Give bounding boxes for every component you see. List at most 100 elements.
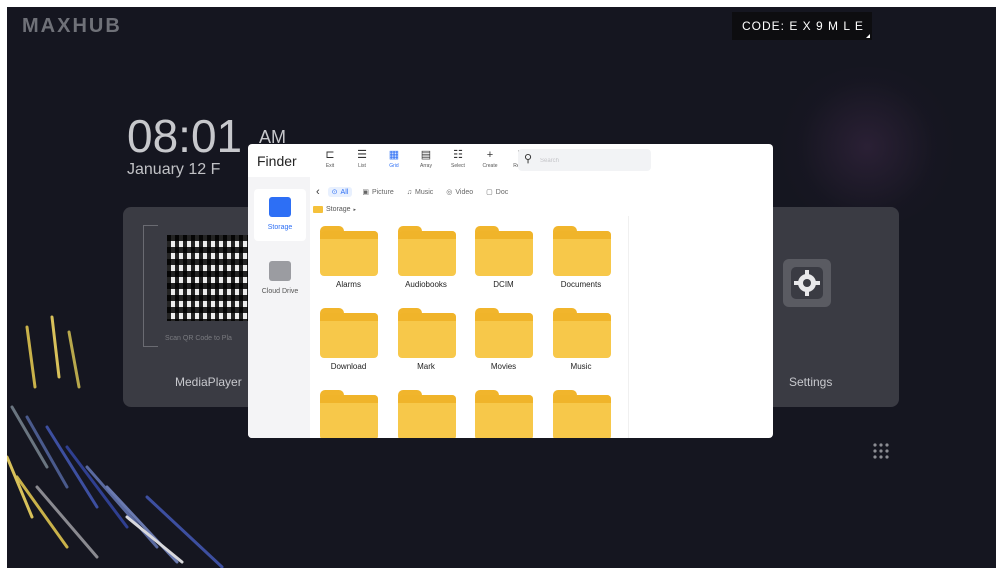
clock-date: January 12 F	[127, 161, 221, 178]
qr-frame	[143, 225, 158, 347]
folder-icon	[320, 308, 378, 358]
search-input[interactable]	[538, 153, 648, 169]
maxhub-logo: MAXHUB	[22, 15, 122, 37]
folder-item[interactable]: Audiobooks	[388, 216, 466, 290]
folder-name: Mark	[417, 362, 435, 371]
folder-item[interactable]	[465, 380, 543, 438]
filter-bar: ‹ ⊙ All ▣ Picture ♫ Music ◎ Video ▢ Doc	[316, 186, 521, 198]
folder-item[interactable]: Alarms	[310, 216, 388, 290]
filter-doc-icon: ▢	[486, 189, 493, 196]
folder-name: Documents	[560, 280, 602, 289]
storage-icon	[269, 197, 291, 217]
folder-item[interactable]	[310, 380, 388, 438]
folder-name: Audiobooks	[405, 280, 447, 289]
apps-grid-icon[interactable]	[869, 439, 893, 463]
settings-gear-icon[interactable]	[783, 259, 831, 307]
back-arrow-icon[interactable]: ‹	[316, 186, 320, 198]
expand-corner-icon	[866, 34, 870, 38]
filter-video[interactable]: ◎ Video	[446, 188, 474, 197]
folder-item[interactable]: Movies	[465, 298, 543, 372]
sidebar-item-label: Cloud Drive	[261, 288, 299, 295]
meeting-code-badge[interactable]: CODE: E X 9 M L E	[732, 12, 872, 40]
folder-grid: Alarms Audiobooks DCIM Documents Download Mar…	[310, 216, 628, 438]
folder-item[interactable]: Documents	[543, 216, 621, 290]
folder-name: Alarms	[336, 280, 361, 289]
folder-item[interactable]: DCIM	[465, 216, 543, 290]
toolbar-label: Array	[420, 163, 432, 169]
folder-icon	[552, 390, 611, 438]
folder-item[interactable]: Download	[310, 298, 388, 372]
folder-icon	[397, 390, 456, 438]
desktop-background: MAXHUB CODE: E X 9 M L E 08:01 AM Januar…	[7, 7, 996, 568]
toolbar-select-button[interactable]: ☷ Select	[443, 148, 473, 174]
toolbar-label: Exit	[325, 163, 335, 169]
folder-icon	[397, 226, 456, 276]
breadcrumb-arrow-icon: ▸	[353, 206, 357, 213]
filter-label: Picture	[371, 188, 394, 196]
filter-video-icon: ◎	[446, 189, 453, 196]
filter-picture[interactable]: ▣ Picture	[362, 188, 394, 197]
qr-code-image	[167, 235, 253, 321]
filter-label: Music	[415, 188, 434, 196]
folder-icon	[475, 390, 533, 438]
list-icon: ☰	[357, 149, 367, 161]
folder-name: Music	[570, 362, 592, 371]
folder-icon	[475, 226, 533, 276]
breadcrumb[interactable]: Storage ▸	[313, 206, 356, 213]
breadcrumb-label: Storage	[326, 206, 351, 213]
finder-toolbar: ⊏Exit☰List▦Grid▤Array☷Select+Create↻Refr…	[315, 148, 539, 174]
search-icon: ⚲	[524, 153, 533, 165]
qr-caption: Scan QR Code to Pla	[165, 335, 232, 342]
folder-name: DCIM	[493, 280, 514, 289]
folder-item[interactable]	[388, 380, 466, 438]
breadcrumb-folder-icon	[313, 206, 323, 213]
exit-icon: ⊏	[325, 149, 335, 161]
mediaplayer-label: MediaPlayer	[175, 375, 242, 389]
file-grid-area: Alarms Audiobooks DCIM Documents Download Mar…	[310, 216, 629, 438]
toolbar-label: Create	[482, 163, 498, 169]
folder-icon	[475, 308, 533, 358]
background-glow	[777, 67, 957, 227]
meeting-code-text: CODE: E X 9 M L E	[742, 19, 864, 33]
filter-label: Video	[455, 188, 474, 196]
settings-label: Settings	[789, 375, 833, 389]
folder-item[interactable]: Music	[543, 298, 621, 372]
sidebar-item-storage[interactable]: Storage	[254, 189, 306, 241]
sidebar-item-cloud-drive[interactable]: Cloud Drive	[254, 253, 306, 305]
toolbar-label: Select	[451, 163, 465, 169]
filter-music[interactable]: ♫ Music	[407, 189, 434, 196]
folder-name: Movies	[490, 362, 517, 371]
folder-icon	[320, 390, 378, 438]
filter-music-icon: ♫	[406, 188, 412, 196]
finder-window: Finder ⊏ Exit ☰ List ▦ Grid ▤ Array ☷ Select + Crea…	[248, 144, 773, 438]
folder-icon	[552, 226, 611, 276]
folder-item[interactable]: Mark	[388, 298, 466, 372]
array-icon: ▤	[420, 149, 432, 161]
toolbar-list-button[interactable]: ☰ List	[347, 148, 377, 174]
filter-all-icon: ⊙	[331, 189, 338, 196]
toolbar-label: Grid	[389, 163, 399, 169]
filter-label: Doc	[495, 188, 509, 196]
toolbar-label: List	[358, 163, 366, 169]
finder-sidebar: Storage Cloud Drive	[248, 177, 310, 438]
folder-icon	[320, 226, 378, 276]
clock-time: 08:01	[127, 110, 243, 162]
filter-label: All	[340, 188, 349, 196]
filter-doc[interactable]: ▢ Doc	[486, 188, 509, 197]
plus-icon: +	[486, 149, 494, 161]
folder-icon	[397, 308, 456, 358]
folder-icon	[552, 308, 611, 358]
search-box[interactable]: ⚲	[518, 149, 651, 171]
cloud-drive-icon	[269, 261, 291, 281]
toolbar-grid-button[interactable]: ▦ Grid	[379, 148, 409, 174]
select-icon: ☷	[453, 149, 463, 161]
filter-picture-icon: ▣	[362, 189, 369, 196]
sidebar-item-label: Storage	[267, 224, 293, 231]
toolbar-exit-button[interactable]: ⊏ Exit	[315, 148, 345, 174]
toolbar-array-button[interactable]: ▤ Array	[411, 148, 441, 174]
toolbar-create-button[interactable]: + Create	[475, 148, 505, 174]
folder-item[interactable]	[543, 380, 621, 438]
grid-icon: ▦	[388, 149, 400, 161]
filter-all[interactable]: ⊙ All	[327, 187, 353, 197]
finder-title: Finder	[257, 153, 297, 169]
